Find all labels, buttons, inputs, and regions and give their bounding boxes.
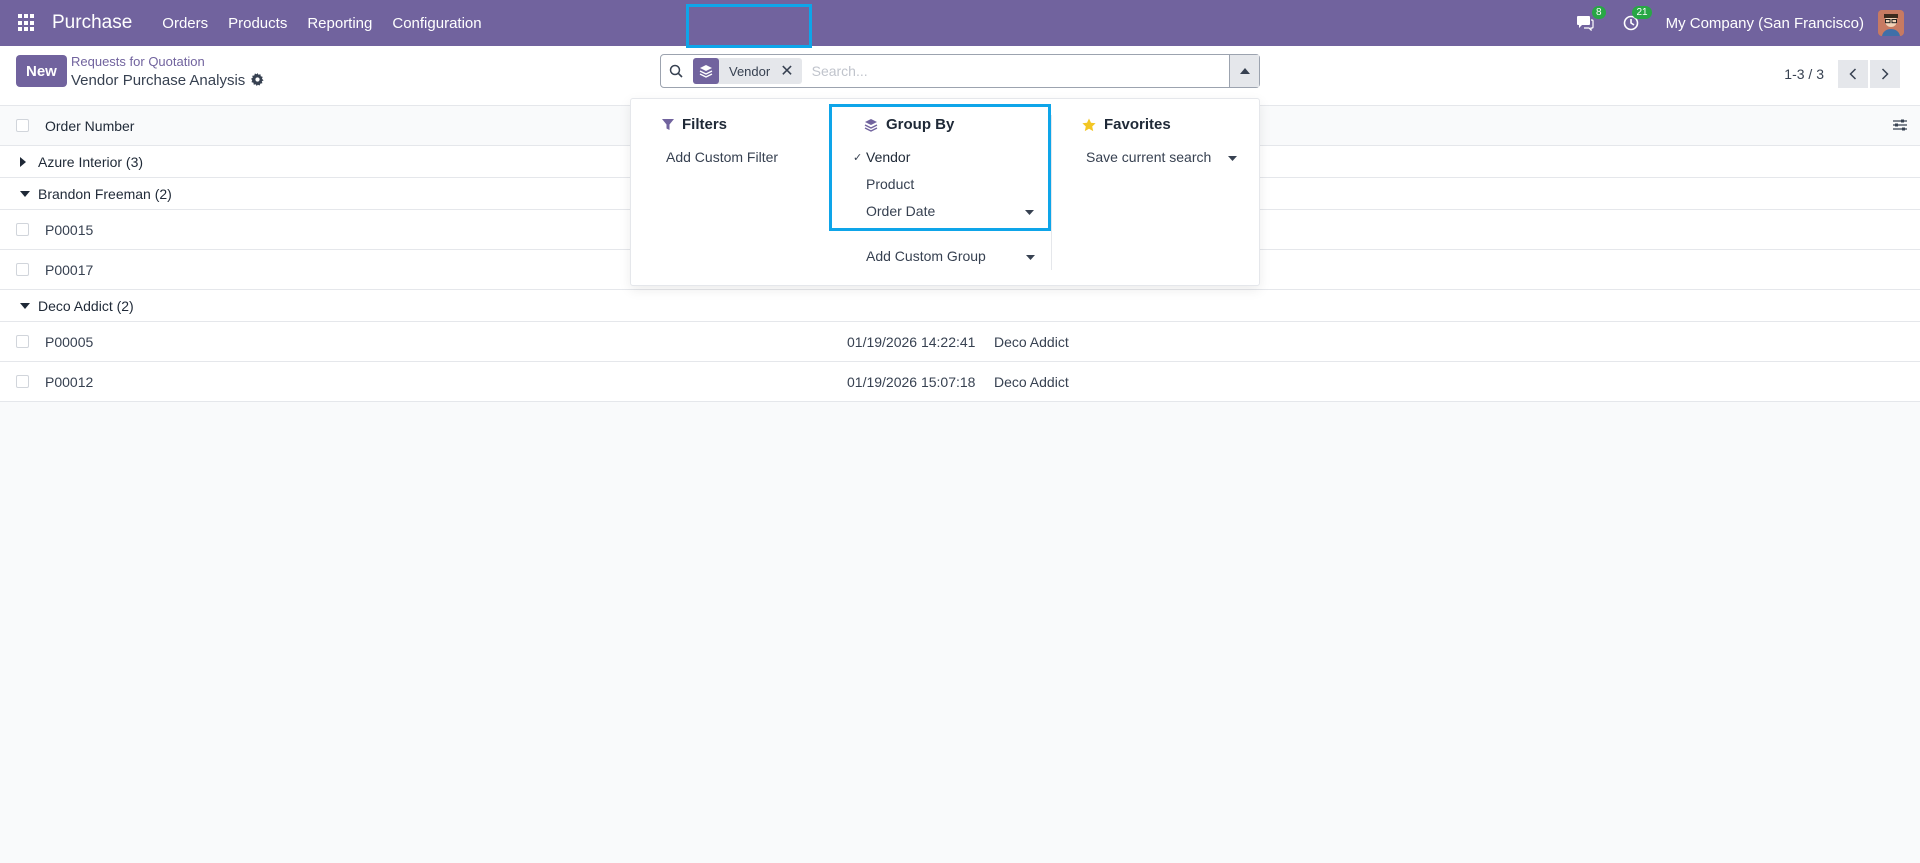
cell-order-number: P00015 <box>45 221 94 238</box>
add-custom-filter[interactable]: Add Custom Filter <box>666 149 778 165</box>
avatar[interactable] <box>1878 10 1904 36</box>
filter-icon <box>662 118 674 130</box>
favorites-title-label: Favorites <box>1104 116 1171 133</box>
facet-value: Vendor <box>729 63 771 79</box>
cell-vendor: Deco Addict <box>994 333 1069 350</box>
add-custom-group[interactable]: Add Custom Group <box>866 248 986 264</box>
systray: 8 21 My Company (San Francisco) <box>1574 0 1904 46</box>
pager: 1-3 / 3 <box>1784 60 1900 88</box>
clock-icon[interactable]: 21 <box>1620 6 1652 34</box>
search-icon <box>661 64 691 78</box>
group-label: Deco Addict (2) <box>38 297 134 314</box>
chat-icon[interactable]: 8 <box>1574 6 1606 34</box>
filters-section: Filters Add Custom Filter <box>631 99 831 285</box>
filters-title-label: Filters <box>682 116 728 133</box>
app-name[interactable]: Purchase <box>52 12 132 34</box>
group-label: Azure Interior (3) <box>38 153 144 170</box>
row-checkbox[interactable] <box>16 263 29 276</box>
apps-icon[interactable] <box>18 14 36 32</box>
sliders-icon[interactable] <box>1892 118 1908 136</box>
groupby-option-order-date[interactable]: Order Date <box>866 203 935 219</box>
row-checkbox[interactable] <box>16 375 29 388</box>
main-menu: Orders Products Reporting Configuration <box>152 15 491 32</box>
company-switcher[interactable]: My Company (San Francisco) <box>1666 15 1864 32</box>
caret-up-icon <box>1239 68 1250 74</box>
favorites-title: Favorites <box>1082 116 1171 133</box>
chevron-right-icon[interactable] <box>1870 60 1900 88</box>
layers-icon <box>693 58 719 84</box>
cell-order-number: P00012 <box>45 373 94 390</box>
breadcrumb-parent[interactable]: Requests for Quotation <box>71 54 205 69</box>
row-checkbox[interactable] <box>16 223 29 236</box>
top-navbar: Purchase Orders Products Reporting Confi… <box>0 0 1920 46</box>
cell-order-date: 01/19/2026 15:07:18 <box>847 373 976 390</box>
menu-item-orders[interactable]: Orders <box>152 15 218 32</box>
page-title: Vendor Purchase Analysis <box>71 72 246 89</box>
messages-badge: 8 <box>1592 6 1606 19</box>
check-icon: ✓ <box>853 152 863 164</box>
filters-title: Filters <box>662 116 727 133</box>
groupby-option-vendor[interactable]: Vendor <box>866 149 910 165</box>
groupby-title: Group By <box>864 116 954 133</box>
cell-order-date: 01/19/2026 14:22:41 <box>847 333 976 350</box>
groupby-title-label: Group By <box>886 116 955 133</box>
cell-order-number: P00017 <box>45 261 94 278</box>
caret-down-icon <box>20 190 30 197</box>
caret-down-icon <box>1025 210 1034 215</box>
caret-right-icon <box>20 156 30 167</box>
new-button[interactable]: New <box>16 55 67 87</box>
column-order-number[interactable]: Order Number <box>45 118 134 134</box>
breadcrumb-current: Vendor Purchase Analysis <box>71 72 264 89</box>
group-label: Brandon Freeman (2) <box>38 185 172 202</box>
search-panel-dropdown: Filters Add Custom Filter Group By ✓ Ven… <box>630 98 1260 286</box>
caret-down-icon <box>1026 255 1035 260</box>
gear-icon[interactable] <box>251 72 264 89</box>
menu-item-configuration[interactable]: Configuration <box>382 15 491 32</box>
favorites-section: Favorites Save current search <box>1051 115 1261 270</box>
search-bar: Vendor ✕ <box>660 54 1260 88</box>
caret-down-icon <box>1228 156 1237 161</box>
menu-item-products[interactable]: Products <box>218 15 297 32</box>
search-panel-toggle[interactable] <box>1229 55 1259 87</box>
chevron-left-icon[interactable] <box>1838 60 1868 88</box>
cell-order-number: P00005 <box>45 333 94 350</box>
activities-badge: 21 <box>1632 6 1652 19</box>
row-checkbox[interactable] <box>16 335 29 348</box>
table-row[interactable]: P00012 01/19/2026 15:07:18 Deco Addict <box>0 362 1920 402</box>
table-row[interactable]: P00005 01/19/2026 14:22:41 Deco Addict <box>0 322 1920 362</box>
star-icon <box>1082 118 1096 131</box>
select-all-checkbox[interactable] <box>16 119 29 132</box>
groupby-option-product[interactable]: Product <box>866 176 914 192</box>
groupby-section: Group By ✓ Vendor Product Order Date Add… <box>831 99 1051 285</box>
save-current-search[interactable]: Save current search <box>1086 149 1211 165</box>
pager-value[interactable]: 1-3 / 3 <box>1784 66 1824 82</box>
search-facet-vendor: Vendor ✕ <box>693 58 802 84</box>
close-icon[interactable]: ✕ <box>780 61 801 81</box>
layers-icon <box>864 118 878 132</box>
menu-item-reporting[interactable]: Reporting <box>297 15 382 32</box>
caret-down-icon <box>20 302 30 309</box>
search-input[interactable] <box>811 56 1229 86</box>
cell-vendor: Deco Addict <box>994 373 1069 390</box>
group-row-deco-addict[interactable]: Deco Addict (2) <box>0 290 1920 322</box>
control-panel: New Requests for Quotation Vendor Purcha… <box>0 46 1920 106</box>
